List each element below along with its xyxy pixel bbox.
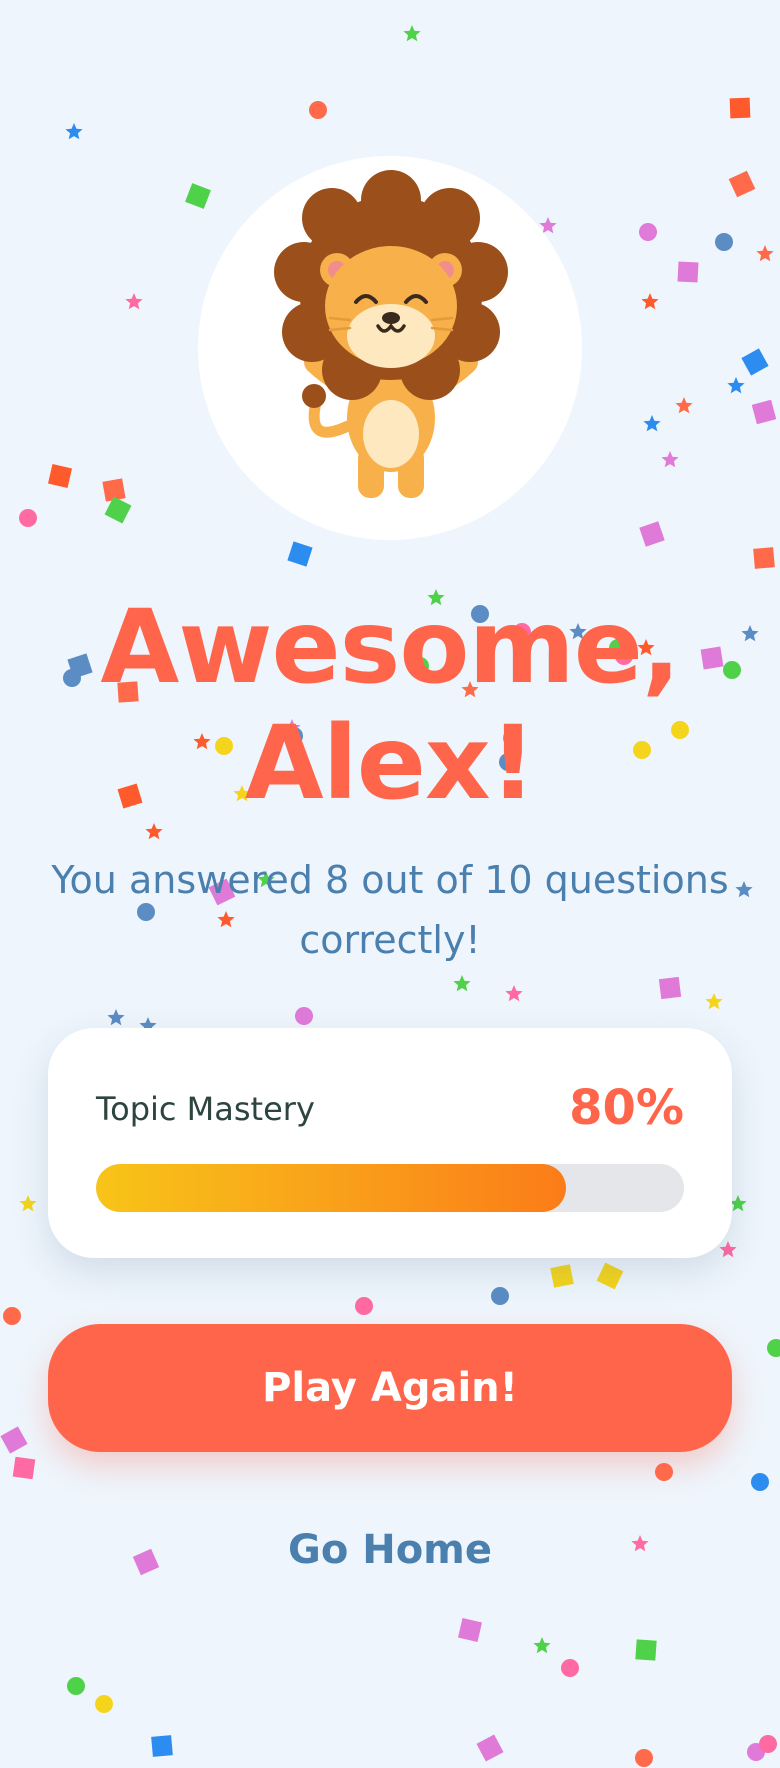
confetti-piece — [753, 547, 775, 569]
lion-mascot-icon — [274, 170, 508, 498]
confetti-piece — [107, 1009, 125, 1026]
confetti-piece — [3, 1307, 21, 1325]
confetti-piece — [533, 1637, 551, 1654]
mastery-progress-fill — [96, 1164, 567, 1212]
confetti-piece — [751, 399, 777, 425]
confetti-piece — [145, 823, 163, 840]
confetti-piece — [756, 245, 774, 262]
score-message: You answered 8 out of 10 questions corre… — [51, 858, 729, 962]
confetti-piece — [658, 976, 682, 1000]
confetti-piece — [675, 397, 693, 414]
confetti-piece — [635, 1749, 653, 1767]
confetti-piece — [309, 101, 327, 119]
mastery-progress-bar — [96, 1164, 684, 1212]
mastery-card: Topic Mastery 80% — [48, 1028, 732, 1258]
confetti-piece — [705, 993, 723, 1010]
confetti-piece — [19, 509, 37, 527]
confetti-piece — [561, 1659, 579, 1677]
confetti-piece — [48, 464, 72, 488]
confetti-piece — [132, 1548, 160, 1576]
confetti-piece — [125, 293, 143, 310]
confetti-piece — [65, 123, 83, 140]
confetti-piece — [767, 1339, 780, 1357]
confetti-piece — [287, 541, 313, 567]
confetti-piece — [719, 1241, 737, 1258]
confetti-piece — [729, 97, 751, 119]
go-home-link[interactable]: Go Home — [240, 1520, 540, 1580]
confetti-piece — [759, 1735, 777, 1753]
confetti-piece — [643, 415, 661, 432]
confetti-piece — [505, 985, 523, 1002]
confetti-piece — [631, 1535, 649, 1552]
confetti-piece — [12, 1456, 36, 1480]
confetti-piece — [476, 1734, 504, 1762]
play-again-button[interactable]: Play Again! — [48, 1324, 732, 1452]
mastery-percent: 80% — [569, 1080, 684, 1136]
confetti-piece — [751, 1473, 769, 1491]
confetti-piece — [491, 1287, 509, 1305]
confetti-piece — [67, 1677, 85, 1695]
confetti-piece — [596, 1262, 624, 1290]
confetti-piece — [0, 1426, 28, 1454]
congrats-headline: Awesome, Alex! — [100, 588, 680, 823]
mastery-label: Topic Mastery — [96, 1090, 315, 1128]
confetti-piece — [550, 1264, 574, 1288]
mascot-circle — [198, 156, 582, 540]
confetti-piece — [641, 293, 659, 310]
confetti-piece — [639, 223, 657, 241]
confetti-piece — [639, 521, 665, 547]
confetti-piece — [728, 170, 756, 198]
confetti-piece — [635, 1639, 657, 1661]
confetti-piece — [403, 25, 421, 42]
confetti-piece — [453, 975, 471, 992]
confetti-piece — [95, 1695, 113, 1713]
confetti-piece — [655, 1463, 673, 1481]
confetti-piece — [727, 377, 745, 394]
confetti-piece — [677, 261, 699, 283]
confetti-piece — [151, 1735, 173, 1757]
confetti-piece — [19, 1195, 37, 1212]
confetti-piece — [458, 1618, 482, 1642]
confetti-piece — [661, 451, 679, 468]
confetti-piece — [741, 348, 769, 376]
confetti-piece — [295, 1007, 313, 1025]
confetti-piece — [715, 233, 733, 251]
confetti-piece — [355, 1297, 373, 1315]
